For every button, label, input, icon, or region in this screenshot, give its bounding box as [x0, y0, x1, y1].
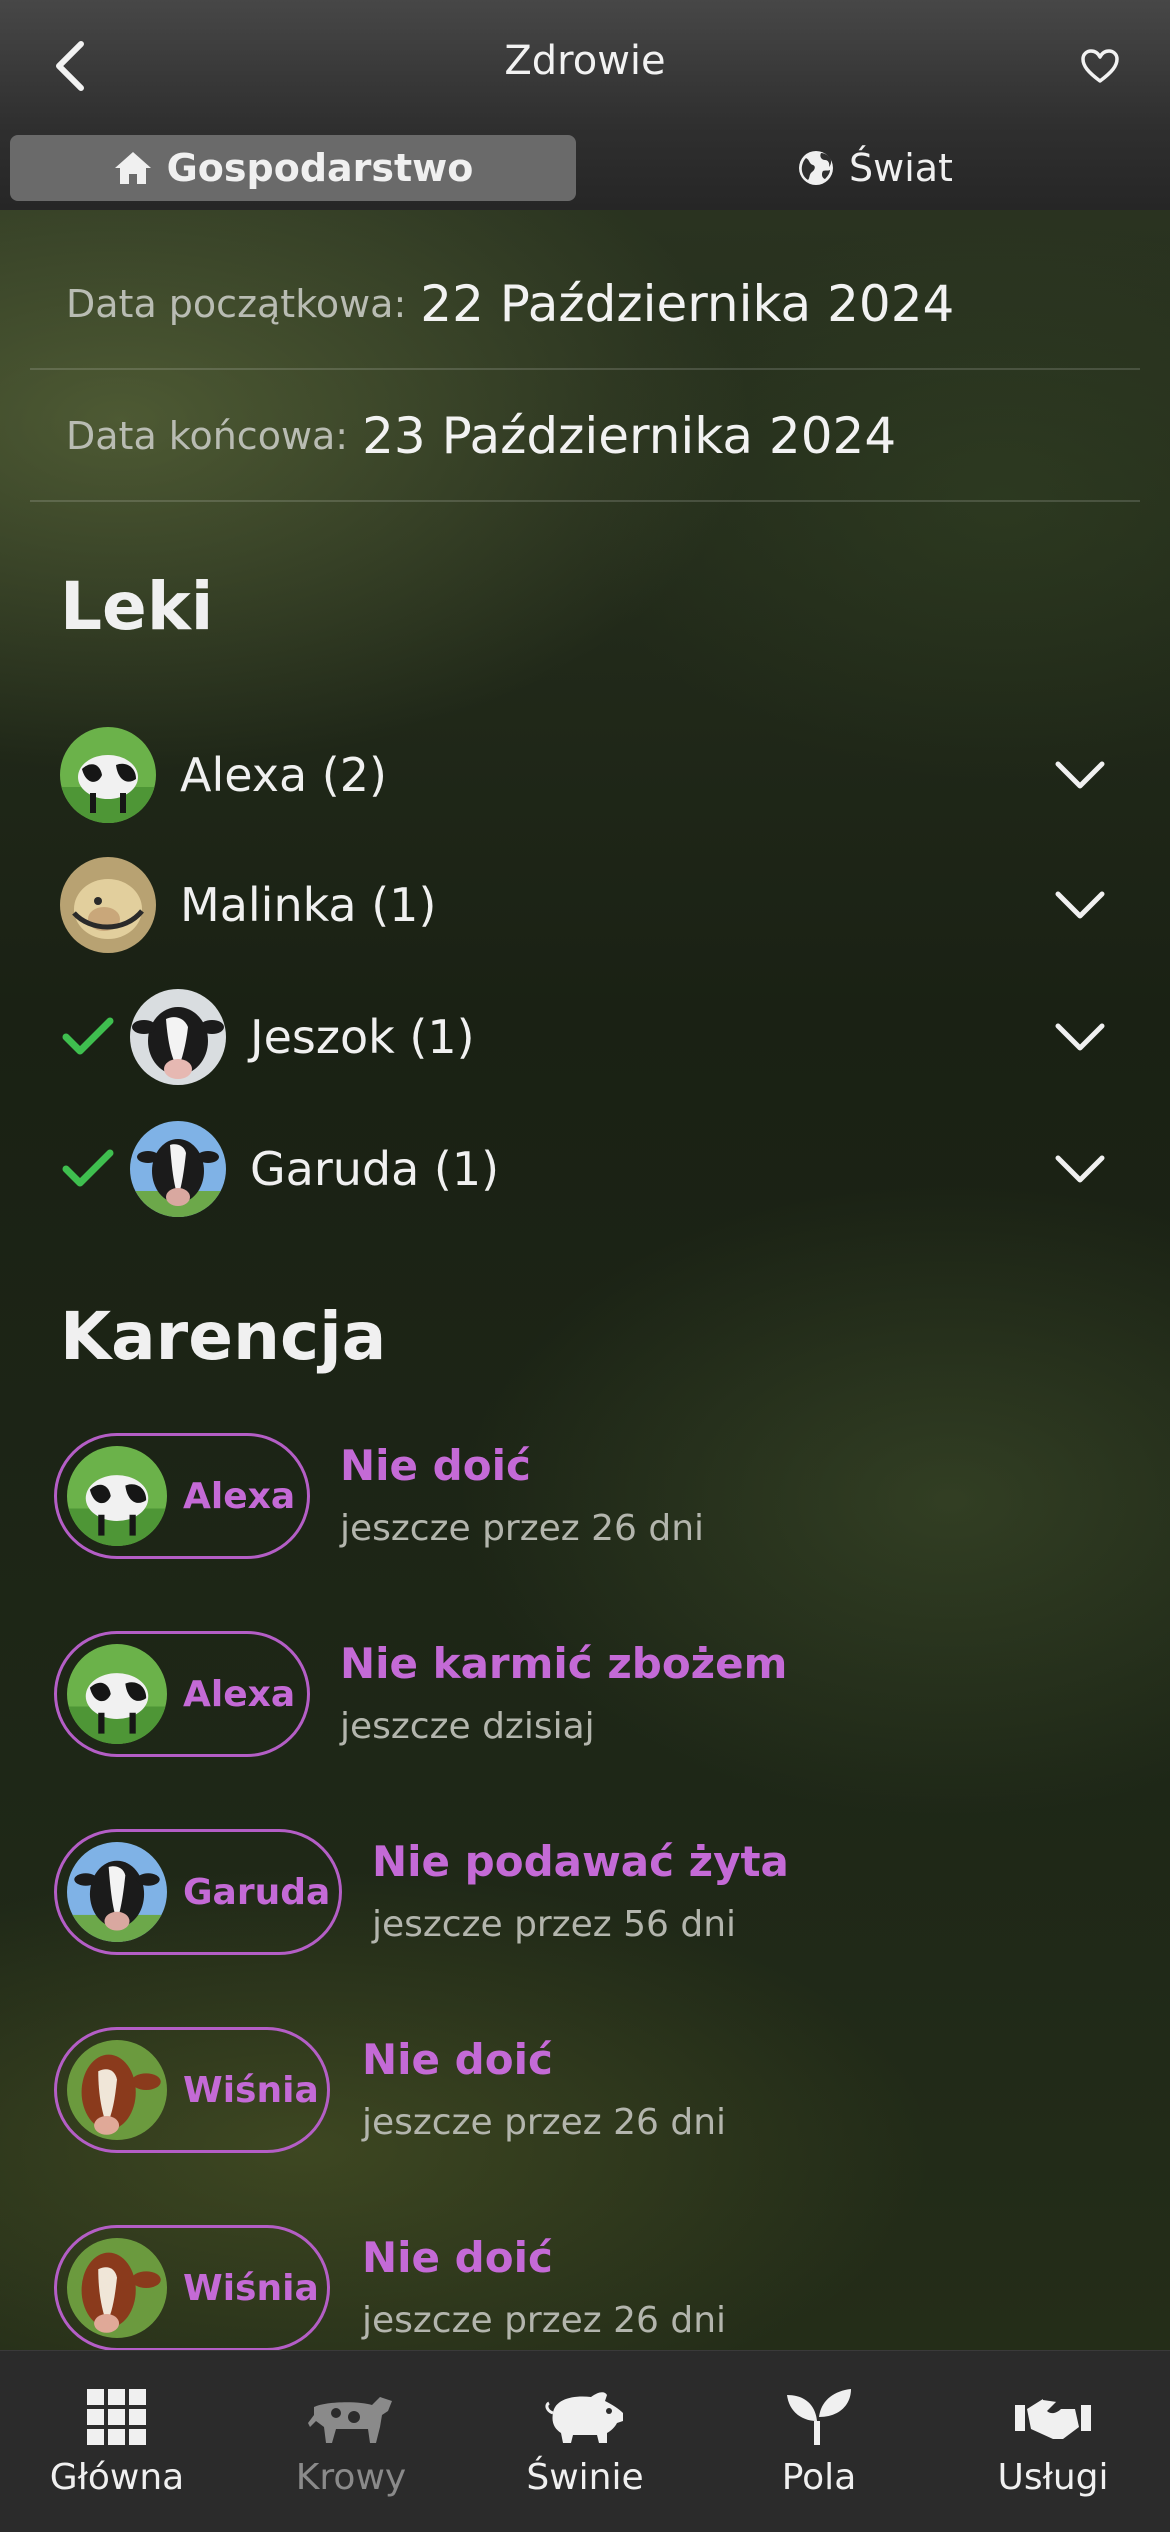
- animal-chip-name: Garuda: [183, 1871, 331, 1913]
- tab-fields-label: Pola: [781, 2457, 857, 2498]
- segment-world-label: Świat: [849, 146, 953, 190]
- medication-row[interactable]: Malinka (1): [60, 850, 1110, 960]
- chevron-down-icon: [1055, 761, 1105, 789]
- tab-pigs[interactable]: Świnie: [468, 2351, 702, 2532]
- animal-chip[interactable]: Garuda: [54, 1829, 342, 1955]
- page-title: Zdrowie: [504, 38, 666, 84]
- withdrawal-text: Nie doić jeszcze przez 26 dni: [362, 2233, 726, 2341]
- avatar: [67, 1446, 167, 1546]
- heart-outline-icon: [1081, 49, 1119, 83]
- animal-chip[interactable]: Wiśnia: [54, 2027, 330, 2153]
- chevron-down-icon: [1055, 1023, 1105, 1051]
- withdrawal-remaining: jeszcze przez 56 dni: [372, 1904, 737, 1945]
- globe-icon: [799, 151, 834, 185]
- handshake-icon: [1015, 2398, 1091, 2439]
- medication-row[interactable]: Jeszok (1): [60, 982, 1110, 1092]
- medications-title: Leki: [60, 568, 214, 645]
- withdrawal-rule: Nie doić: [340, 1441, 531, 1490]
- tab-cows-label: Krowy: [295, 2457, 407, 2498]
- tab-bar: Główna Krowy Świnie Pola Usługi: [0, 2350, 1170, 2532]
- avatar: [130, 989, 226, 1085]
- segment-world[interactable]: Świat: [590, 135, 1160, 201]
- animal-chip[interactable]: Wiśnia: [54, 2225, 330, 2351]
- withdrawal-text: Nie doić jeszcze przez 26 dni: [362, 2035, 726, 2143]
- withdrawal-rule: Nie karmić zbożem: [340, 1639, 788, 1688]
- animal-chip-name: Wiśnia: [183, 2267, 319, 2309]
- cow-icon: [308, 2397, 392, 2443]
- navigation-header: Zdrowie Gospodarstwo Świat: [0, 0, 1170, 210]
- scope-segmented-control: Gospodarstwo Świat: [10, 135, 1160, 201]
- avatar: [60, 857, 156, 953]
- medication-animal-name: Alexa (2): [180, 748, 387, 802]
- tab-services-label: Usługi: [997, 2457, 1109, 2498]
- avatar: [67, 1644, 167, 1744]
- avatar: [130, 1121, 226, 1217]
- withdrawal-remaining: jeszcze dzisiaj: [340, 1706, 595, 1747]
- checkmark-icon: [60, 1141, 116, 1197]
- medication-row[interactable]: Garuda (1): [60, 1114, 1110, 1224]
- expand-button[interactable]: [1050, 1007, 1110, 1067]
- end-date-row[interactable]: Data końcowa: 23 Października 2024: [30, 372, 1140, 502]
- chevron-left-icon: [56, 41, 84, 91]
- withdrawal-remaining: jeszcze przez 26 dni: [362, 2102, 727, 2143]
- withdrawal-rule: Nie doić: [362, 2233, 553, 2282]
- checkmark-icon: [60, 1009, 116, 1065]
- segment-farm[interactable]: Gospodarstwo: [10, 135, 576, 201]
- tab-home[interactable]: Główna: [0, 2351, 234, 2532]
- medication-animal-name: Jeszok (1): [250, 1010, 475, 1064]
- avatar: [67, 2238, 167, 2338]
- animal-chip-name: Wiśnia: [183, 2069, 319, 2111]
- end-date-label: Data końcowa:: [66, 414, 349, 458]
- favorite-button[interactable]: [1070, 36, 1130, 96]
- withdrawal-text: Nie podawać żyta jeszcze przez 56 dni: [372, 1837, 789, 1945]
- medication-animal-name: Garuda (1): [250, 1142, 500, 1196]
- withdrawal-remaining: jeszcze przez 26 dni: [340, 1508, 705, 1549]
- medication-animal-name: Malinka (1): [180, 878, 437, 932]
- grid-icon: [87, 2389, 146, 2445]
- start-date-label: Data początkowa:: [66, 282, 407, 326]
- tab-cows[interactable]: Krowy: [234, 2351, 468, 2532]
- animal-chip-name: Alexa: [183, 1475, 296, 1517]
- withdrawal-item[interactable]: Wiśnia Nie doić jeszcze przez 26 dni: [54, 2225, 1114, 2355]
- animal-chip[interactable]: Alexa: [54, 1433, 310, 1559]
- withdrawal-remaining: jeszcze przez 26 dni: [362, 2300, 727, 2341]
- avatar: [60, 727, 156, 823]
- avatar: [67, 1842, 167, 1942]
- sprout-icon: [787, 2389, 851, 2445]
- withdrawal-item[interactable]: Garuda Nie podawać żyta jeszcze przez 56…: [54, 1829, 1114, 1959]
- pig-icon: [545, 2392, 623, 2443]
- segment-farm-label: Gospodarstwo: [166, 146, 474, 190]
- withdrawal-text: Nie karmić zbożem jeszcze dzisiaj: [340, 1639, 787, 1747]
- withdrawal-item[interactable]: Alexa Nie karmić zbożem jeszcze dzisiaj: [54, 1631, 1114, 1761]
- expand-button[interactable]: [1050, 1139, 1110, 1199]
- avatar: [67, 2040, 167, 2140]
- withdrawal-text: Nie doić jeszcze przez 26 dni: [340, 1441, 704, 1549]
- back-button[interactable]: [40, 36, 100, 96]
- expand-button[interactable]: [1050, 745, 1110, 805]
- tab-pigs-label: Świnie: [526, 2457, 644, 2498]
- start-date-row[interactable]: Data początkowa: 22 Października 2024: [30, 240, 1140, 370]
- tab-services[interactable]: Usługi: [936, 2351, 1170, 2532]
- chevron-down-icon: [1055, 891, 1105, 919]
- withdrawal-item[interactable]: Alexa Nie doić jeszcze przez 26 dni: [54, 1433, 1114, 1563]
- chevron-down-icon: [1055, 1155, 1105, 1183]
- start-date-value: 22 Października 2024: [420, 275, 955, 333]
- tab-home-label: Główna: [49, 2457, 185, 2498]
- expand-button[interactable]: [1050, 875, 1110, 935]
- medication-row[interactable]: Alexa (2): [60, 720, 1110, 830]
- withdrawal-rule: Nie podawać żyta: [372, 1837, 789, 1886]
- animal-chip-name: Alexa: [183, 1673, 296, 1715]
- animal-chip[interactable]: Alexa: [54, 1631, 310, 1757]
- end-date-value: 23 Października 2024: [362, 407, 897, 465]
- home-icon: [114, 152, 151, 184]
- withdrawal-rule: Nie doić: [362, 2035, 553, 2084]
- withdrawal-item[interactable]: Wiśnia Nie doić jeszcze przez 26 dni: [54, 2027, 1114, 2157]
- withdrawal-title: Karencja: [60, 1298, 387, 1375]
- tab-fields[interactable]: Pola: [702, 2351, 936, 2532]
